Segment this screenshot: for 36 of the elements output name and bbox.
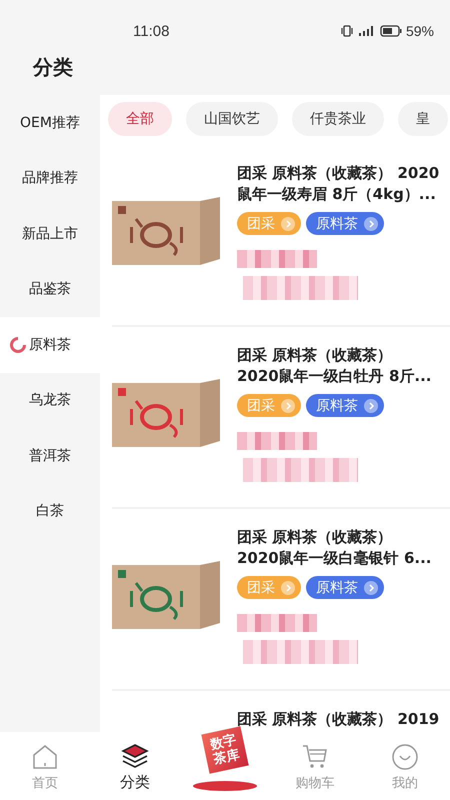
sidebar-item[interactable]: 白茶 <box>0 484 100 539</box>
vibrate-icon <box>340 25 354 37</box>
layers-icon <box>120 742 150 770</box>
product-title[interactable]: 团采 原料茶（收藏茶） 2020鼠年一级白牡丹 8斤... <box>237 345 450 387</box>
nav-tab[interactable]: 分类 <box>100 742 170 792</box>
chevron-icon <box>364 398 378 412</box>
sidebar-item[interactable]: OEM推荐 <box>0 95 100 150</box>
status-time: 11:08 <box>133 22 170 40</box>
signal-icon <box>358 25 376 37</box>
sidebar-item[interactable]: 原料茶 <box>0 317 100 372</box>
sidebar-item[interactable]: 新品上市 <box>0 206 100 262</box>
page-title: 分类 <box>33 54 73 81</box>
product-title[interactable]: 团采 原料茶（收藏茶） 2019 <box>237 709 450 730</box>
sidebar-item[interactable]: 品牌推荐 <box>0 150 100 206</box>
battery-icon <box>380 25 402 37</box>
product-title[interactable]: 团采 原料茶（收藏茶） 2020 鼠年一级寿眉 8斤（4kg）... <box>237 163 450 205</box>
chevron-icon <box>281 216 295 230</box>
sidebar-item[interactable]: 普洱茶 <box>0 428 100 484</box>
chevron-icon <box>364 216 378 230</box>
sidebar-item[interactable]: 品鉴茶 <box>0 262 100 317</box>
battery-percent: 59% <box>406 23 434 39</box>
chevron-icon <box>281 398 295 412</box>
product-tag[interactable]: 原料茶 <box>306 394 384 417</box>
chevron-icon <box>364 580 378 594</box>
home-icon <box>31 743 59 771</box>
smile-icon <box>391 743 419 771</box>
filter-chip[interactable]: 山国饮艺 <box>186 102 278 136</box>
filter-chip[interactable]: 仟贵茶业 <box>292 102 384 136</box>
product-tag[interactable]: 原料茶 <box>306 576 384 599</box>
chevron-icon <box>281 580 295 594</box>
filter-chip[interactable]: 皇 <box>398 102 448 136</box>
product-title[interactable]: 团采 原料茶（收藏茶） 2020鼠年一级白毫银针 6... <box>237 527 450 569</box>
product-tag[interactable]: 原料茶 <box>306 212 384 235</box>
sidebar-item[interactable]: 乌龙茶 <box>0 372 100 428</box>
filter-chip[interactable]: 全部 <box>108 102 172 136</box>
swirl-icon <box>10 337 26 353</box>
